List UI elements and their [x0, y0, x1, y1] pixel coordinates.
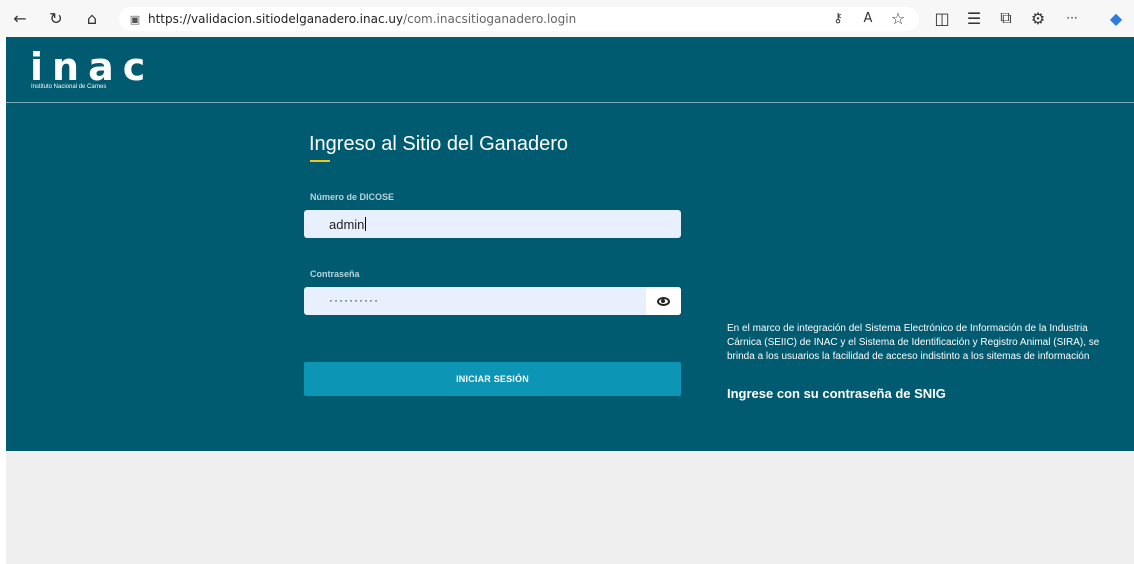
dicose-label: Número de DICOSE [310, 192, 395, 202]
url-path: /com.inacsitioganadero.login [403, 12, 577, 26]
login-section: Ingreso al Sitio del Ganadero Número de … [6, 103, 1134, 451]
home-icon[interactable]: ⌂ [80, 6, 104, 30]
login-button[interactable]: INICIAR SESIÓN [304, 362, 681, 396]
password-input[interactable]: ·········· [304, 287, 681, 315]
page: inac Instituto Nacional de Carnes Ingres… [6, 37, 1134, 564]
collections-icon[interactable]: ⧉ [994, 6, 1018, 30]
browser-toolbar: ← ↻ ⌂ ▣ https://validacion.sitiodelganad… [0, 0, 1134, 37]
show-password-button[interactable] [646, 287, 681, 315]
snig-cta: Ingrese con su contraseña de SNIG [727, 386, 946, 401]
refresh-icon[interactable]: ↻ [44, 6, 68, 30]
password-value: ·········· [329, 293, 379, 307]
address-bar[interactable]: ▣ https://validacion.sitiodelganadero.in… [119, 7, 919, 31]
copilot-icon[interactable]: ◆ [1104, 6, 1128, 30]
dicose-value: admin [329, 217, 367, 232]
eye-icon [657, 296, 670, 306]
site-header: inac Instituto Nacional de Carnes [6, 37, 1134, 103]
favorite-icon[interactable]: ☆ [886, 6, 910, 30]
extension-icon[interactable]: ⚙ [1026, 6, 1050, 30]
split-screen-icon[interactable]: ◫ [930, 6, 954, 30]
page-title: Ingreso al Sitio del Ganadero [309, 133, 569, 155]
url-host: https://validacion.sitiodelganadero.inac… [148, 12, 404, 26]
back-icon[interactable]: ← [8, 6, 32, 30]
more-icon[interactable]: ··· [1060, 6, 1084, 30]
site-info-icon[interactable]: ▣ [127, 11, 143, 27]
info-text: En el marco de integración del Sistema E… [727, 323, 1100, 362]
password-label: Contraseña [310, 269, 360, 279]
logo-subtitle: Instituto Nacional de Carnes [31, 84, 107, 90]
title-underline [310, 160, 330, 162]
text-caret [365, 217, 367, 231]
favorites-icon[interactable]: ☰ [962, 6, 986, 30]
dicose-input[interactable]: admin [304, 210, 681, 238]
url-text[interactable]: https://validacion.sitiodelganadero.inac… [148, 11, 576, 27]
inac-logo[interactable]: inac [30, 48, 154, 86]
password-key-icon[interactable]: ⚷ [826, 6, 850, 30]
read-aloud-icon[interactable]: A [856, 6, 880, 30]
